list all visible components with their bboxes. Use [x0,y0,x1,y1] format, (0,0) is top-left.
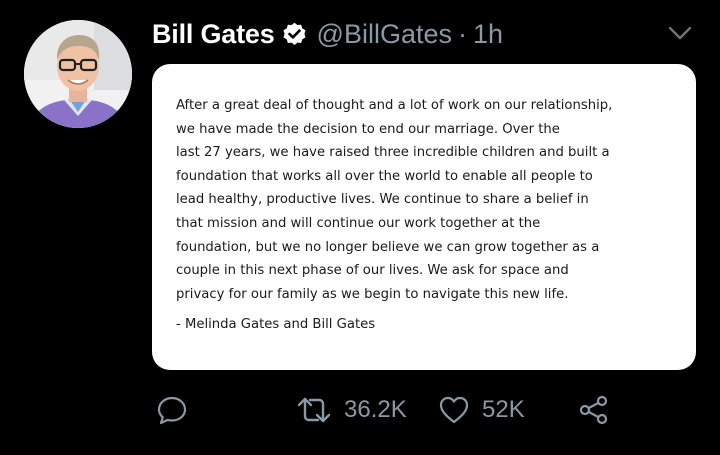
profile-avatar[interactable] [24,20,132,128]
tweet-timestamp[interactable]: 1h [473,19,503,50]
heart-icon [438,394,470,426]
share-button[interactable] [578,390,610,430]
chevron-down-icon[interactable] [666,22,694,44]
user-handle[interactable]: @BillGates [317,19,452,50]
separator-dot: · [458,18,467,49]
retweet-icon [296,394,332,426]
retweet-count: 36.2K [344,396,407,423]
like-button[interactable]: 52K [438,390,525,430]
signature-text: - Melinda Gates and Bill Gates [176,317,376,332]
retweet-button[interactable]: 36.2K [296,390,407,430]
like-count: 52K [482,396,525,423]
tweet[interactable]: Bill Gates @BillGates · 1h After a great… [0,0,720,455]
tweet-header: Bill Gates @BillGates · 1h [152,14,503,54]
statement-text: After a great deal of thought and a lot … [176,98,613,302]
reply-button[interactable] [156,390,188,430]
display-name[interactable]: Bill Gates [152,19,275,50]
tweet-image-card[interactable]: After a great deal of thought and a lot … [152,64,696,370]
verified-badge-icon [281,21,308,48]
share-icon [578,394,610,426]
reply-icon [156,394,188,426]
action-bar: 36.2K 52K [0,390,720,430]
